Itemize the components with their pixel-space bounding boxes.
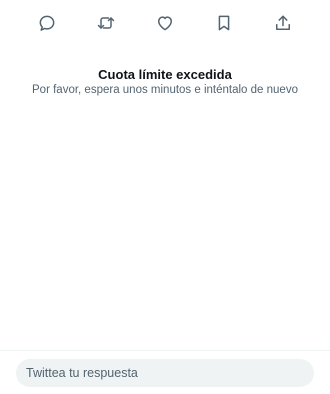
bookmark-button[interactable] bbox=[212, 11, 236, 35]
error-title: Cuota límite excedida bbox=[98, 67, 232, 82]
reply-input[interactable] bbox=[16, 359, 314, 387]
error-message: Por favor, espera unos minutos e inténta… bbox=[32, 84, 298, 96]
tweet-action-bar bbox=[0, 8, 330, 38]
share-icon bbox=[276, 15, 290, 30]
share-button[interactable] bbox=[271, 11, 295, 35]
reply-button[interactable] bbox=[35, 11, 59, 35]
retweet-button[interactable] bbox=[94, 11, 118, 35]
reply-icon bbox=[39, 15, 55, 31]
like-button[interactable] bbox=[153, 11, 177, 35]
retweet-icon bbox=[97, 17, 115, 29]
like-heart-icon bbox=[158, 16, 172, 31]
reply-composer bbox=[0, 350, 330, 394]
bookmark-icon bbox=[218, 15, 230, 31]
